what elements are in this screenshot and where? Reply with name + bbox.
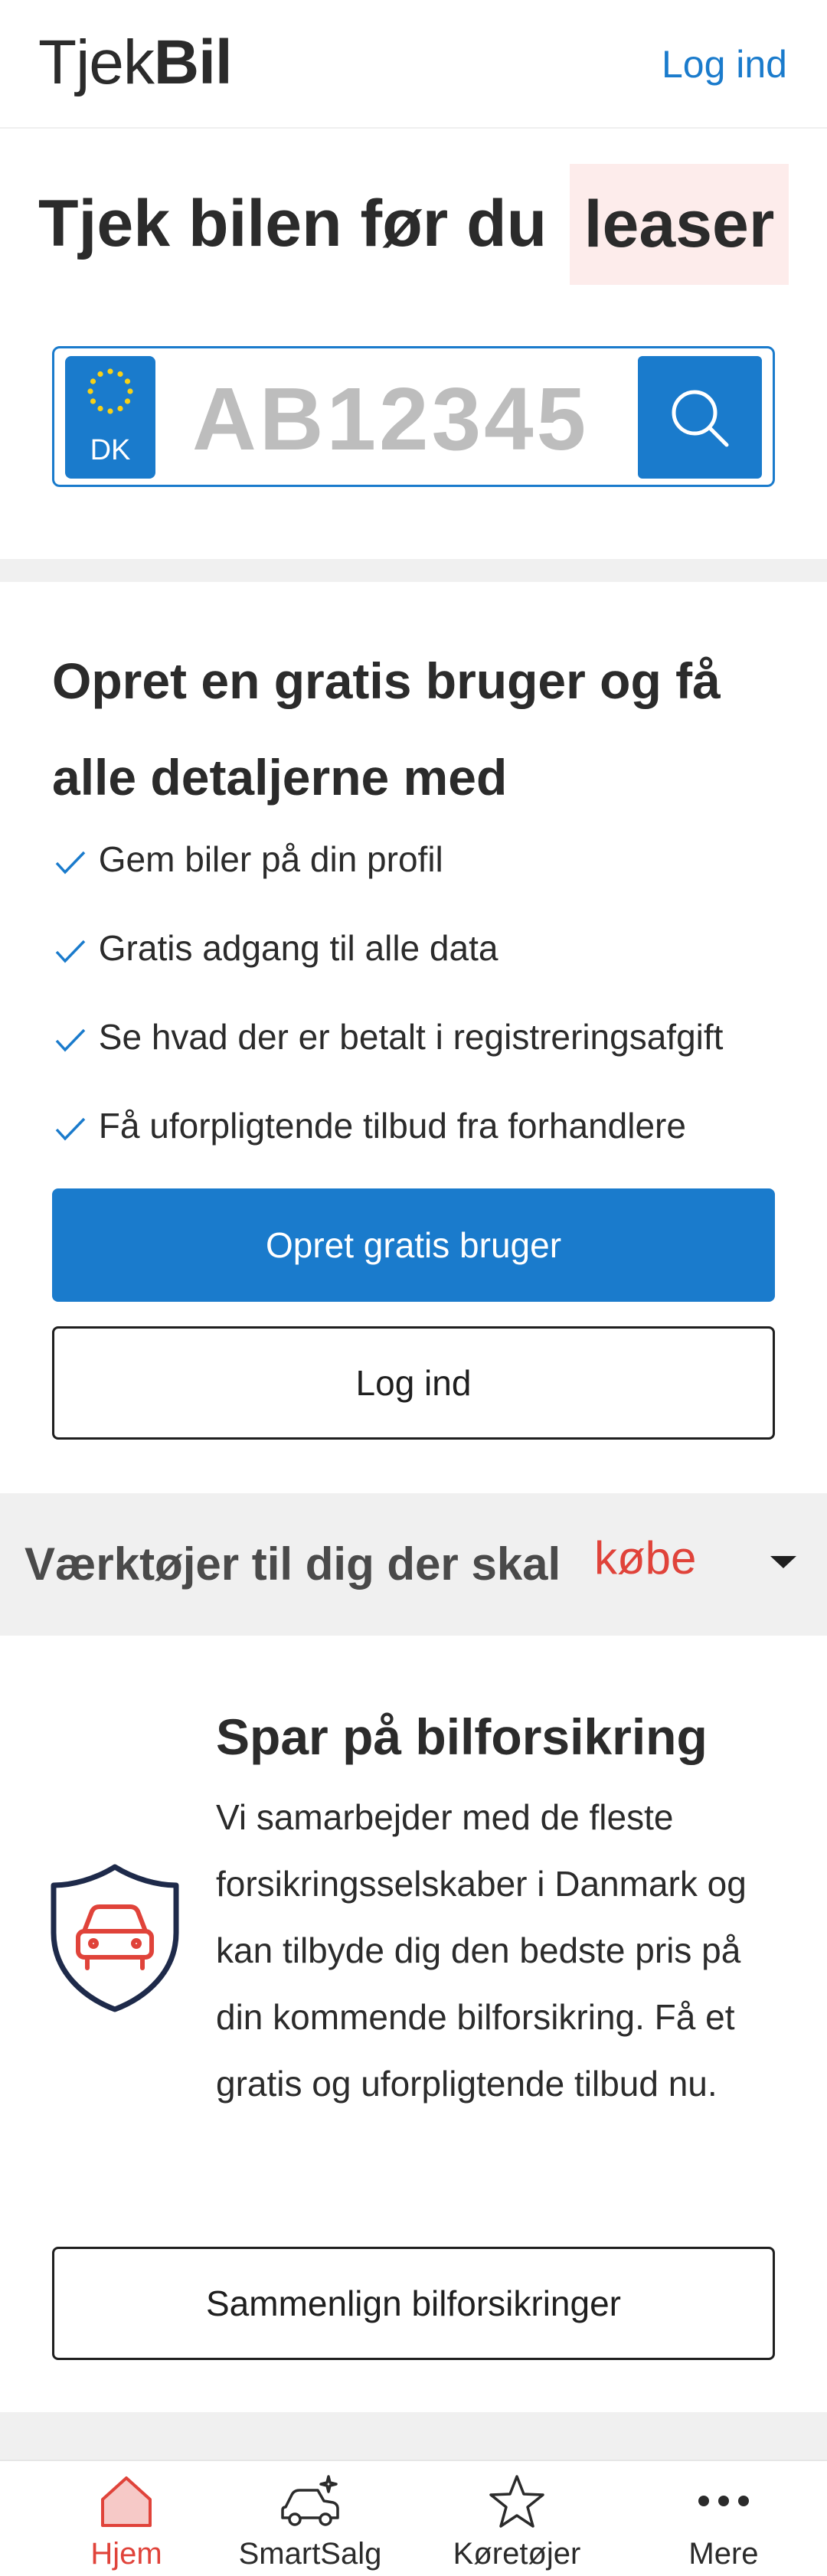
tjekbil-logo[interactable]: TjekBil bbox=[38, 26, 233, 100]
car-sparkle-icon bbox=[281, 2475, 339, 2526]
shield-car-icon bbox=[51, 1864, 179, 2012]
section-divider bbox=[0, 559, 827, 582]
check-icon bbox=[55, 1117, 86, 1141]
signup-title: Opret en gratis bruger og få alle detalj… bbox=[52, 652, 721, 806]
more-dots-icon bbox=[698, 2496, 749, 2506]
tools-heading: Værktøjer til dig der skal bbox=[25, 1538, 561, 1590]
star-icon bbox=[489, 2475, 544, 2528]
caret-down-icon bbox=[770, 1556, 796, 1568]
nav-item-vehicles[interactable]: Køretøjer bbox=[414, 2461, 620, 2576]
nav-item-more[interactable]: Mere bbox=[620, 2461, 827, 2576]
login-link[interactable]: Log ind bbox=[662, 41, 787, 87]
benefit-item: Gem biler på din profil bbox=[52, 836, 443, 882]
eu-country-badge: DK bbox=[65, 356, 155, 479]
nav-item-smartsalg[interactable]: SmartSalg bbox=[207, 2461, 414, 2576]
login-button[interactable]: Log ind bbox=[52, 1326, 775, 1440]
compare-insurance-button[interactable]: Sammenlign bilforsikringer bbox=[52, 2247, 775, 2360]
tools-dropdown[interactable]: Værktøjer til dig der skal købe bbox=[0, 1493, 827, 1636]
insurance-description: Vi samarbejder med de fleste forsikrings… bbox=[216, 1797, 747, 2104]
tools-selected-word: købe bbox=[594, 1532, 697, 1584]
create-free-user-button[interactable]: Opret gratis bruger bbox=[52, 1188, 775, 1302]
license-plate-search: DK bbox=[52, 346, 775, 487]
search-icon bbox=[672, 390, 729, 447]
benefit-item: Se hvad der er betalt i registreringsafg… bbox=[52, 1014, 723, 1060]
nav-item-home[interactable]: Hjem bbox=[23, 2461, 230, 2576]
plate-country-code: DK bbox=[90, 434, 131, 466]
plate-number-input[interactable] bbox=[191, 362, 650, 476]
eu-stars-icon bbox=[87, 368, 133, 414]
benefit-item: Gratis adgang til alle data bbox=[52, 925, 498, 971]
insurance-title: Spar på bilforsikring bbox=[216, 1708, 708, 1765]
home-icon bbox=[101, 2476, 152, 2527]
plate-search-button[interactable] bbox=[638, 356, 762, 479]
app-header: TjekBil Log ind bbox=[0, 0, 827, 129]
hero-title: Tjek bilen før du bbox=[38, 187, 548, 260]
section-divider bbox=[0, 2412, 827, 2460]
check-icon bbox=[55, 851, 86, 874]
hero-rotating-word: leaser bbox=[570, 164, 789, 285]
benefit-item: Få uforpligtende tilbud fra forhandlere bbox=[52, 1103, 686, 1149]
check-icon bbox=[55, 1028, 86, 1052]
check-icon bbox=[55, 940, 86, 963]
bottom-navigation: Hjem SmartSalg Køretøjer Mere bbox=[0, 2460, 827, 2574]
